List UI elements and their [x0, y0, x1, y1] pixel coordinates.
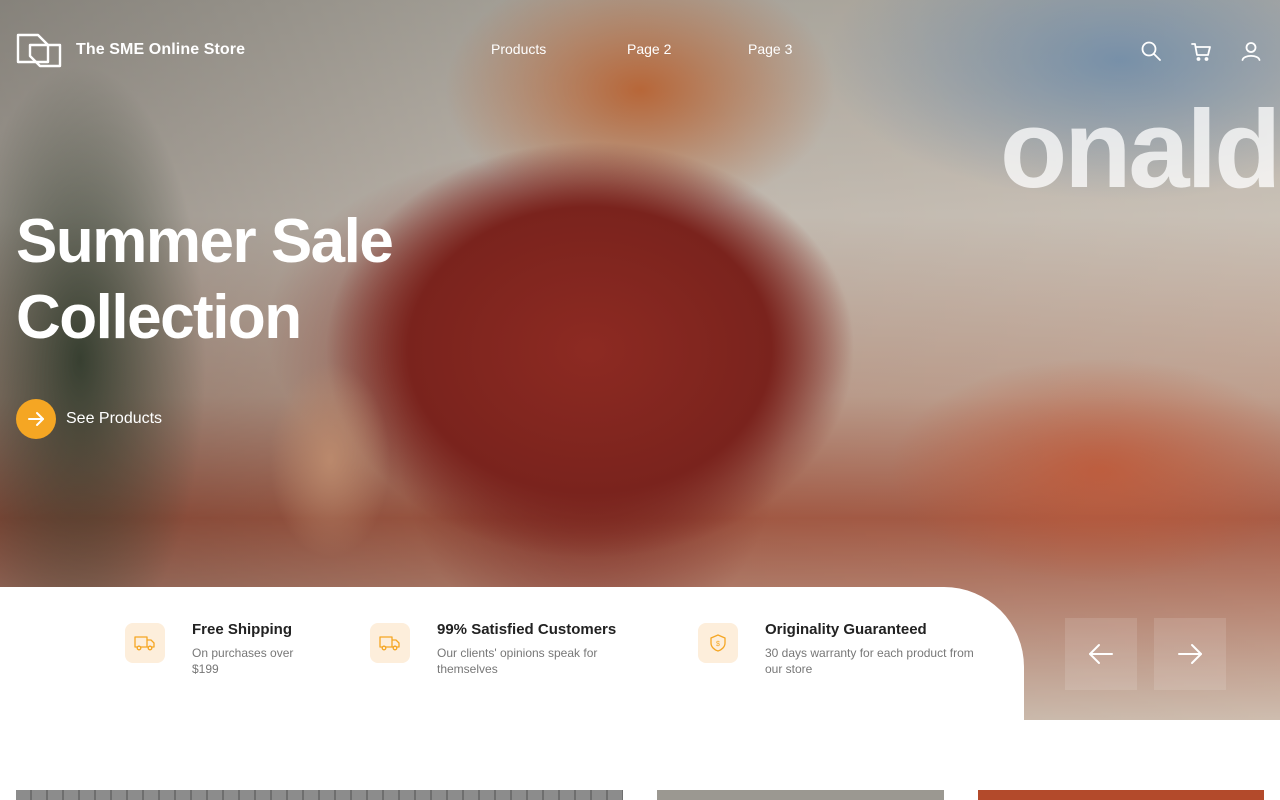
- truck-icon: [134, 636, 155, 651]
- slider-prev-button[interactable]: [1065, 618, 1137, 690]
- truck-icon: [379, 636, 400, 651]
- feature-originality-guaranteed: $ Originality Guaranteed 30 days warrant…: [698, 621, 985, 677]
- feature-text: Originality Guaranteed 30 days warranty …: [765, 621, 985, 677]
- main-nav: Products Page 2 Page 3: [0, 41, 1280, 61]
- svg-text:$: $: [716, 641, 720, 648]
- feature-desc: On purchases over $199: [192, 646, 294, 676]
- product-card[interactable]: [657, 790, 944, 800]
- feature-icon-box: [125, 623, 165, 663]
- nav-item-page-3[interactable]: Page 3: [748, 41, 792, 57]
- product-card[interactable]: [16, 790, 623, 800]
- feature-desc: 30 days warranty for each product from o…: [765, 646, 974, 676]
- see-products-button[interactable]: See Products: [16, 399, 162, 439]
- feature-title: 99% Satisfied Customers: [437, 621, 617, 638]
- search-icon[interactable]: [1140, 40, 1162, 62]
- shield-icon: $: [710, 634, 726, 652]
- nav-item-page-2[interactable]: Page 2: [627, 41, 671, 57]
- feature-free-shipping: Free Shipping On purchases over $199: [125, 621, 322, 677]
- feature-desc: Our clients' opinions speak for themselv…: [437, 646, 598, 676]
- hero-title-line-2: Collection: [16, 283, 302, 352]
- hero-title-line-1: Summer Sale: [16, 207, 394, 276]
- cta-circle: [16, 399, 56, 439]
- hero-photo-sign: onald: [1000, 90, 1280, 210]
- cart-icon[interactable]: [1190, 40, 1212, 62]
- feature-satisfied-customers: 99% Satisfied Customers Our clients' opi…: [370, 621, 637, 677]
- arrow-left-icon: [1089, 644, 1113, 664]
- arrow-right-icon: [28, 412, 44, 426]
- hero-photo-arm: [250, 330, 410, 590]
- feature-title: Originality Guaranteed: [765, 621, 927, 638]
- feature-text: 99% Satisfied Customers Our clients' opi…: [437, 621, 637, 677]
- feature-text: Free Shipping On purchases over $199: [192, 621, 322, 677]
- slider-next-button[interactable]: [1154, 618, 1226, 690]
- see-products-label: See Products: [66, 410, 163, 427]
- user-icon[interactable]: [1240, 40, 1262, 62]
- feature-icon-box: [370, 623, 410, 663]
- feature-title: Free Shipping: [192, 621, 293, 638]
- feature-icon-box: $: [698, 623, 738, 663]
- site-header: The SME Online Store Products Page 2 Pag…: [0, 0, 1280, 100]
- product-card[interactable]: [978, 790, 1264, 800]
- features-panel: Free Shipping On purchases over $199 99%…: [0, 587, 1024, 720]
- hero-title: Summer Sale Collection: [16, 204, 536, 356]
- nav-item-products[interactable]: Products: [491, 41, 546, 57]
- arrow-right-icon: [1178, 644, 1202, 664]
